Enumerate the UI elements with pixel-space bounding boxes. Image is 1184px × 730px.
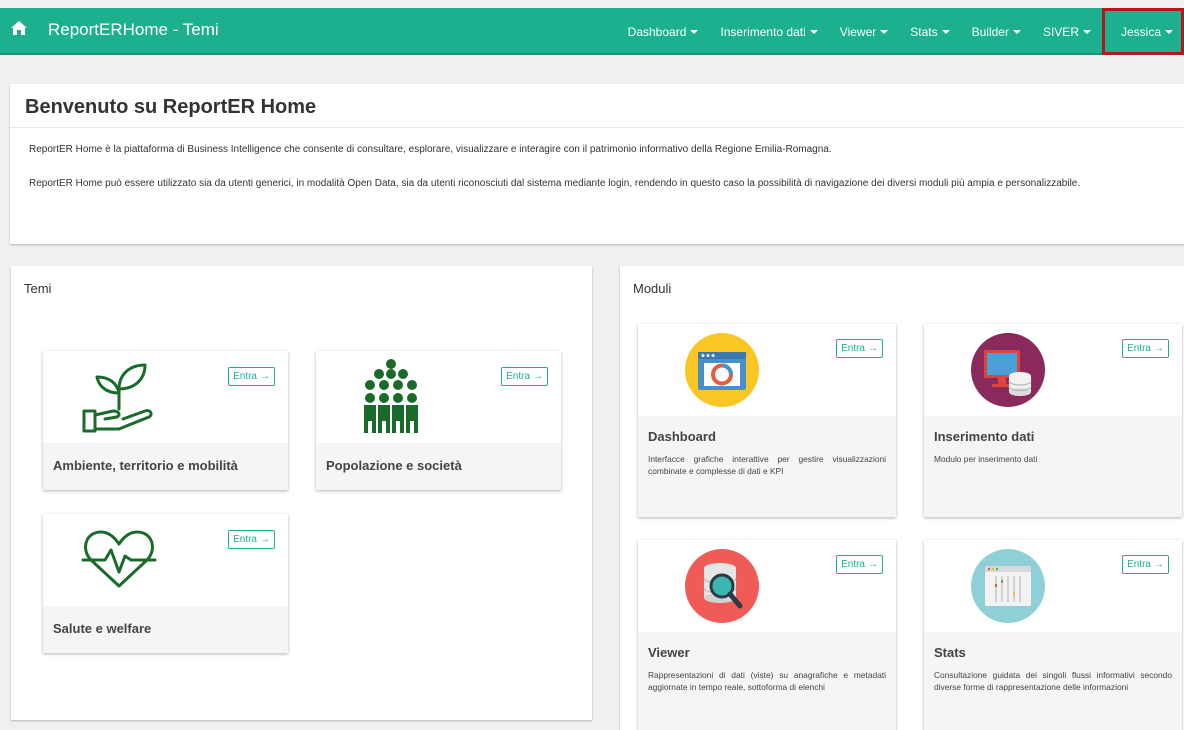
entra-button[interactable]: Entra → [228,367,275,386]
card-footer: Dashboard Interfacce grafiche interattiv… [638,416,896,517]
modulo-title: Stats [934,645,966,660]
entra-button[interactable]: Entra → [1122,339,1169,358]
card-top: Entra → [638,540,896,632]
entra-button[interactable]: Entra → [228,530,275,549]
entra-button[interactable]: Entra → [1122,555,1169,574]
welcome-paragraph-1: ReportER Home è la piattaforma di Busine… [29,144,832,155]
top-navbar: ReportERHome - Temi Dashboard Inseriment… [0,8,1184,55]
card-top: Entra → [316,351,561,443]
welcome-paragraph-2: ReportER Home può essere utilizzato sia … [29,178,1081,189]
heart-pulse-icon [81,530,157,588]
arrow-right-icon: → [533,371,543,382]
tema-card-popolazione[interactable]: Entra → Popolazione e società [316,351,561,490]
entra-label: Entra [841,343,865,354]
arrow-right-icon: → [1154,559,1164,570]
welcome-title: Benvenuto su ReportER Home [25,96,317,118]
welcome-panel: Benvenuto su ReportER Home ReportER Home… [10,84,1184,244]
card-footer: Ambiente, territorio e mobilità [43,443,288,490]
modulo-title: Dashboard [648,429,716,444]
app-brand[interactable]: ReportERHome - Temi [48,20,219,40]
modulo-title: Viewer [648,645,690,660]
nav-stats[interactable]: Stats [899,8,960,55]
nav-menu: Dashboard Inserimento dati Viewer Stats … [617,8,1184,55]
temi-panel: Temi Entra → Ambiente, territorio e mobil… [11,266,592,720]
tema-card-ambiente[interactable]: Entra → Ambiente, territorio e mobilità [43,351,288,490]
nav-viewer-label: Viewer [839,24,877,39]
card-top: Entra → [43,514,288,606]
entra-button[interactable]: Entra → [836,555,883,574]
card-top: Entra → [924,324,1182,416]
entra-label: Entra [1127,343,1151,354]
modulo-description: Interfacce grafiche interattive per gest… [648,454,886,476]
caret-down-icon [1082,29,1091,34]
caret-down-icon [880,29,889,34]
tema-title: Ambiente, territorio e mobilità [53,458,238,473]
nav-siver[interactable]: SIVER [1032,8,1102,55]
temi-panel-title: Temi [24,281,52,296]
nav-inserimento-dati-label: Inserimento dati [720,24,806,39]
plant-hand-icon [82,363,153,433]
modulo-card-dashboard[interactable]: Entra → Dashboard Interfacce grafiche int… [638,324,896,517]
entra-label: Entra [233,371,257,382]
card-footer: Viewer Rappresentazioni di dati (viste) … [638,632,896,730]
dashboard-icon [685,333,759,407]
modulo-description: Consultazione guidata dei singoli flussi… [934,670,1172,692]
nav-viewer[interactable]: Viewer [829,8,899,55]
modulo-description: Modulo per inserimento dati [934,454,1038,464]
caret-down-icon [1012,29,1021,34]
caret-down-icon [1165,29,1173,34]
modulo-card-inserimento-dati[interactable]: Entra → Inserimento dati Modulo per inser… [924,324,1182,517]
entra-button[interactable]: Entra → [836,339,883,358]
caret-down-icon [690,29,699,34]
card-footer: Popolazione e società [316,443,561,490]
arrow-right-icon: → [260,371,270,382]
viewer-icon [685,549,759,623]
nav-dashboard[interactable]: Dashboard [617,8,710,55]
nav-inserimento-dati[interactable]: Inserimento dati [709,8,828,55]
card-footer: Inserimento dati Modulo per inserimento … [924,416,1182,517]
moduli-panel-title: Moduli [633,281,672,296]
tema-card-salute[interactable]: Entra → Salute e welfare [43,514,288,653]
arrow-right-icon: → [260,534,270,545]
card-footer: Salute e welfare [43,606,288,653]
arrow-right-icon: → [1154,343,1164,354]
nav-siver-label: SIVER [1042,24,1079,39]
arrow-right-icon: → [868,343,878,354]
modulo-card-stats[interactable]: Entra → Stats Consultazione guidata dei s… [924,540,1182,730]
moduli-panel: Moduli Entra → Dashboard Interfacce grafi… [620,266,1184,730]
stats-icon [971,549,1045,623]
caret-down-icon [941,29,950,34]
modulo-card-viewer[interactable]: Entra → Viewer Rappresentazioni di dati (… [638,540,896,730]
tema-title: Salute e welfare [53,621,152,636]
home-icon[interactable] [10,19,28,37]
card-footer: Stats Consultazione guidata dei singoli … [924,632,1182,730]
entra-button[interactable]: Entra → [501,367,548,386]
modulo-title: Inserimento dati [934,429,1035,444]
tema-title: Popolazione e società [326,458,462,473]
nav-builder[interactable]: Builder [961,8,1032,55]
entra-label: Entra [506,371,530,382]
nav-user-label: Jessica [1120,24,1161,39]
arrow-right-icon: → [868,559,878,570]
card-top: Entra → [638,324,896,416]
entra-label: Entra [233,534,257,545]
people-crowd-icon [364,359,418,433]
nav-user-menu[interactable]: Jessica [1101,8,1184,55]
nav-stats-label: Stats [910,24,938,39]
entra-label: Entra [841,559,865,570]
data-entry-icon [971,333,1045,407]
modulo-description: Rappresentazioni di dati (viste) su anag… [648,670,886,692]
nav-builder-label: Builder [971,24,1009,39]
nav-dashboard-label: Dashboard [627,24,687,39]
entra-label: Entra [1127,559,1151,570]
card-top: Entra → [43,351,288,443]
card-top: Entra → [924,540,1182,632]
caret-down-icon [809,29,818,34]
divider [10,127,1184,128]
